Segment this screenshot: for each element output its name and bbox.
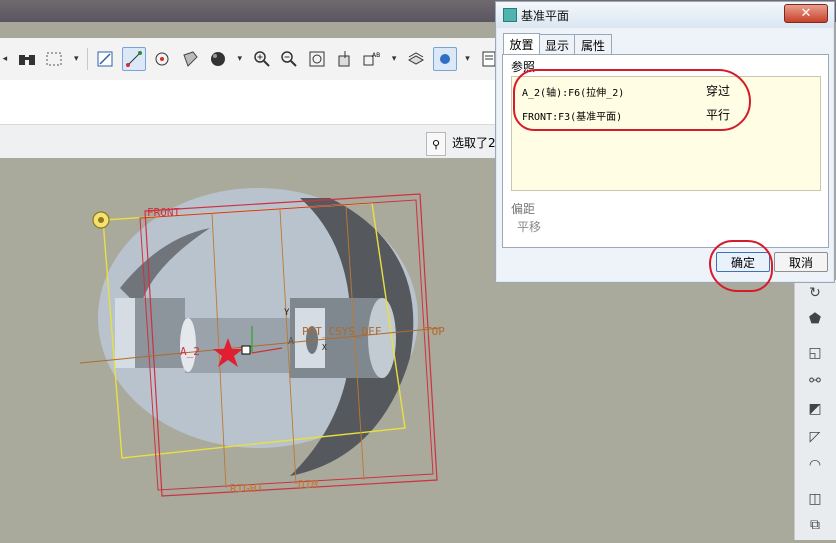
status-bar <box>0 124 500 159</box>
main-toolbar: ◂ ▾ ▾ AB ▾ ▾ <box>0 38 500 81</box>
csys-origin <box>241 345 251 355</box>
rib-icon[interactable]: ◩ <box>803 398 827 420</box>
offset-value[interactable]: 平移 <box>517 218 541 235</box>
axis-a-label: A <box>288 336 294 347</box>
dim-label: DIM <box>298 478 318 491</box>
zoom-in-icon[interactable] <box>251 48 273 70</box>
offset-label: 偏距 <box>511 202 536 216</box>
right-label: RIGHT <box>230 482 263 495</box>
draft-icon[interactable]: ⚯ <box>803 370 827 392</box>
ok-highlight-annotation <box>709 240 773 292</box>
select-box-icon[interactable] <box>44 48 66 70</box>
dropdown-icon[interactable]: ▾ <box>235 48 245 70</box>
binoculars-icon[interactable] <box>16 48 38 70</box>
filter-icon[interactable]: ⚲ <box>426 132 446 156</box>
round-icon[interactable]: ◫ <box>803 488 827 510</box>
surface-icon[interactable]: ◠ <box>803 454 827 476</box>
feature-toolbar: ↻ ⬟ ◱ ⚯ ◩ ◸ ◠ ◫ ⧉ <box>794 280 836 540</box>
dropdown-icon[interactable]: ▾ <box>463 48 473 70</box>
tab-properties[interactable]: 属性 <box>574 34 612 55</box>
top-label: TOP <box>425 325 445 338</box>
zoom-out-icon[interactable] <box>278 48 300 70</box>
mirror-icon[interactable]: ⧉ <box>803 514 827 536</box>
placement-panel: 参照 A_2(轴):F6(拉伸_2) 穿过 FRONT:F3(基准平面) 平行 … <box>502 54 829 248</box>
dropdown-icon[interactable]: ▾ <box>71 48 81 70</box>
sphere-icon[interactable] <box>207 48 229 70</box>
circle-icon[interactable] <box>152 48 174 70</box>
y-label: Y <box>284 308 290 318</box>
csys-label: PRT_CSYS_DEF <box>302 325 381 338</box>
front-label: FRONT <box>147 206 180 219</box>
offset-group: 偏距 平移 <box>511 200 819 242</box>
datum-display-icon[interactable] <box>334 48 356 70</box>
dropdown-icon[interactable]: ▾ <box>389 48 399 70</box>
tab-placement[interactable]: 放置 <box>503 33 540 55</box>
selection-status: 选取了2 <box>452 136 496 150</box>
tab-display[interactable]: 显示 <box>539 34 575 55</box>
toolbar-overflow-icon[interactable]: ◂ <box>0 48 10 70</box>
toolbar-separator <box>87 48 89 70</box>
central-hub <box>185 318 295 373</box>
shaded-icon[interactable] <box>179 48 201 70</box>
cancel-button[interactable]: 取消 <box>774 252 828 272</box>
sketch-icon[interactable] <box>94 48 116 70</box>
references-highlight-annotation <box>513 69 751 131</box>
datum-plane-icon <box>503 8 517 22</box>
datum-plane-dialog: 基准平面 ✕ 放置 显示 属性 参照 A_2(轴):F6(拉伸_2) 穿过 FR… <box>495 1 835 292</box>
refit-icon[interactable] <box>306 48 328 70</box>
svg-text:AB: AB <box>372 52 380 59</box>
close-button[interactable]: ✕ <box>784 4 828 23</box>
spline-icon[interactable] <box>121 47 146 71</box>
display-style-icon[interactable] <box>432 47 457 71</box>
revolve-icon[interactable]: ↻ <box>803 282 827 304</box>
dialog-title: 基准平面 <box>521 9 570 23</box>
axis-label: A_2 <box>180 345 200 358</box>
layers-icon[interactable] <box>405 48 427 70</box>
sweep-icon[interactable]: ◸ <box>803 426 827 448</box>
x-label: X <box>322 343 327 352</box>
blend-icon[interactable]: ⬟ <box>803 308 827 330</box>
annotation-icon[interactable]: AB <box>362 48 384 70</box>
shell-icon[interactable]: ◱ <box>803 342 827 364</box>
